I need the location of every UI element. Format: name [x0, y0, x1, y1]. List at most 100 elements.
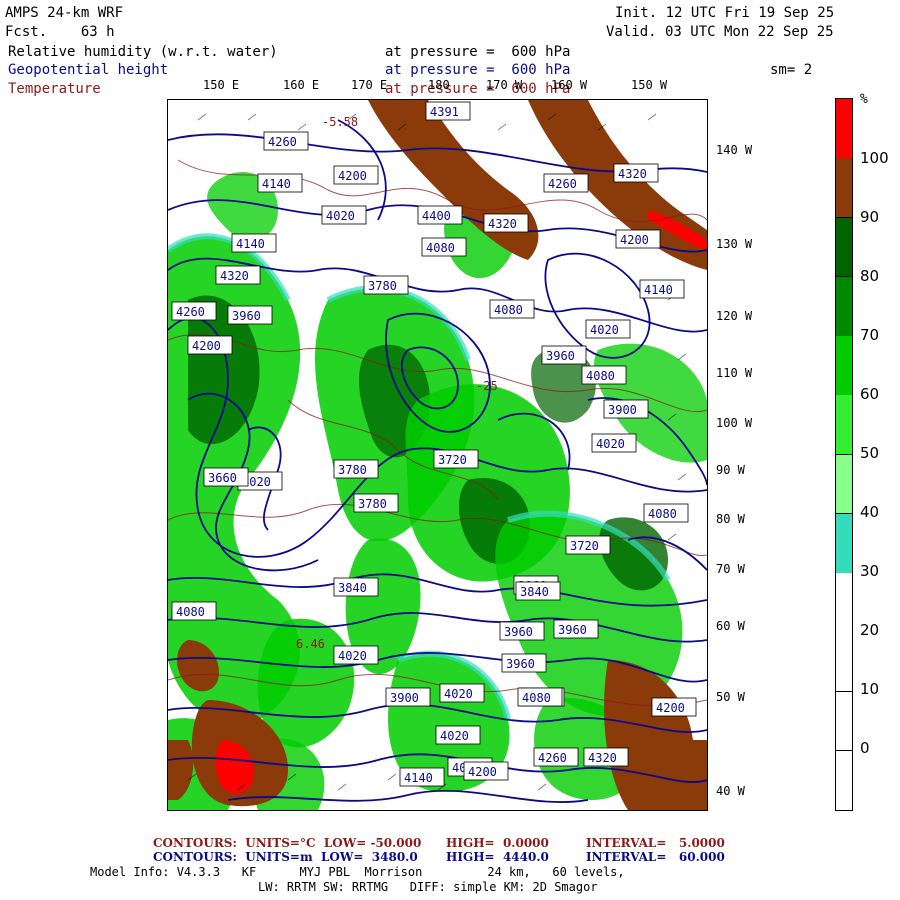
colorbar-label: 70 [860, 326, 880, 344]
height-label: 4260 [268, 135, 297, 149]
physics-info: LW: RRTM SW: RRTMG DIFF: simple KM: 2D S… [258, 880, 598, 894]
height-label: 3960 [232, 309, 261, 323]
height-label: 3720 [570, 539, 599, 553]
model-title: AMPS 24-km WRF [5, 5, 124, 21]
height-label: 3780 [368, 279, 397, 293]
temperature-contour-high: HIGH= 0.0000 [446, 836, 549, 850]
height-label: 4020 [338, 649, 367, 663]
height-label: 4140 [262, 177, 291, 191]
lon-label: 160 E [283, 78, 320, 92]
colorbar-label: 100 [860, 149, 889, 167]
colorbar-label: 90 [860, 208, 880, 226]
field1-name: Relative humidity (w.r.t. water) [8, 44, 278, 60]
height-label: 4200 [620, 233, 649, 247]
map-panel: 4391 4260 4140 4200 4020 4140 4080 4320 … [167, 99, 708, 811]
height-label: 4020 [440, 729, 469, 743]
height-label: 4260 [176, 305, 205, 319]
lon-label: 150 W [631, 78, 668, 92]
valid-time: Valid. 03 UTC Mon 22 Sep 25 [606, 24, 834, 40]
height-label: 4391 [430, 105, 459, 119]
colorbar-label: 50 [860, 444, 880, 462]
lon-label: 170 W [486, 78, 523, 92]
lat-label: 140 W [716, 143, 753, 157]
field3-level: at pressure = 600 hPa [385, 81, 571, 97]
height-label: 4140 [404, 771, 433, 785]
lon-label: 170 E [351, 78, 388, 92]
colorbar-segment [836, 513, 852, 574]
height-label: 4080 [586, 369, 615, 383]
height-label: 4080 [648, 507, 677, 521]
lat-label: 60 W [716, 619, 745, 633]
field2-name: Geopotential height [8, 62, 169, 78]
height-label: 3840 [520, 585, 549, 599]
colorbar-segment [836, 691, 852, 752]
temperature-contour-info: CONTOURS: UNITS=°C LOW= -50.000 [153, 836, 422, 850]
temperature-contour-interval: INTERVAL= 5.0000 [586, 836, 725, 850]
height-label: 4320 [220, 269, 249, 283]
height-label: 3900 [390, 691, 419, 705]
lat-label: 90 W [716, 463, 745, 477]
colorbar-segment [836, 454, 852, 515]
height-label: 4320 [618, 167, 647, 181]
temperature-label: -5.58 [322, 115, 358, 129]
colorbar-label: 80 [860, 267, 880, 285]
height-label: 3960 [504, 625, 533, 639]
height-label: 4020 [590, 323, 619, 337]
colorbar-label: 0 [860, 739, 870, 757]
lon-label: 160 W [551, 78, 588, 92]
height-label: 4320 [488, 217, 517, 231]
lat-label: 40 W [716, 784, 745, 798]
lat-label: 100 W [716, 416, 753, 430]
colorbar-segment [836, 99, 852, 159]
height-label: 4260 [538, 751, 567, 765]
height-label: 4140 [236, 237, 265, 251]
height-label: 4200 [468, 765, 497, 779]
lat-label: 110 W [716, 366, 753, 380]
lon-label: 180 [428, 78, 450, 92]
colorbar-segment [836, 573, 852, 633]
lat-label: 70 W [716, 562, 745, 576]
temperature-label: -25 [476, 379, 498, 393]
colorbar-unit: % [860, 92, 868, 107]
temperature-label: 6.46 [296, 637, 325, 651]
field3-name: Temperature [8, 81, 101, 97]
height-contour-info: CONTOURS: UNITS=m LOW= 3480.0 [153, 850, 418, 864]
colorbar-segment [836, 217, 852, 278]
forecast-hour: Fcst. 63 h [5, 24, 115, 40]
colorbar-label: 30 [860, 562, 880, 580]
colorbar-segment [836, 276, 852, 337]
init-time: Init. 12 UTC Fri 19 Sep 25 [615, 5, 835, 21]
colorbar [835, 98, 853, 811]
height-label: 3780 [338, 463, 367, 477]
lon-label: 150 E [203, 78, 240, 92]
height-label: 4080 [494, 303, 523, 317]
colorbar-label: 60 [860, 385, 880, 403]
height-label: 3840 [338, 581, 367, 595]
height-label: 4320 [588, 751, 617, 765]
height-label: 3960 [546, 349, 575, 363]
height-label: 3780 [358, 497, 387, 511]
lat-label: 50 W [716, 690, 745, 704]
height-label: 4200 [192, 339, 221, 353]
colorbar-segment [836, 750, 852, 811]
height-label: 4200 [338, 169, 367, 183]
colorbar-segment [836, 632, 852, 692]
lat-label: 120 W [716, 309, 753, 323]
model-info: Model Info: V4.3.3 KF MYJ PBL Morrison 2… [90, 865, 625, 879]
colorbar-segment [836, 158, 852, 218]
height-label: 4080 [426, 241, 455, 255]
colorbar-segment [836, 395, 852, 455]
height-label: 4260 [548, 177, 577, 191]
height-contour-high: HIGH= 4440.0 [446, 850, 549, 864]
field2-level: at pressure = 600 hPa [385, 62, 571, 78]
field1-level: at pressure = 600 hPa [385, 44, 571, 60]
height-label: 3960 [558, 623, 587, 637]
height-label: 3720 [438, 453, 467, 467]
colorbar-label: 20 [860, 621, 880, 639]
colorbar-label: 10 [860, 680, 880, 698]
height-label: 4020 [326, 209, 355, 223]
height-label: 4020 [444, 687, 473, 701]
lat-label: 80 W [716, 512, 745, 526]
height-label: 3900 [608, 403, 637, 417]
height-label: 4200 [656, 701, 685, 715]
